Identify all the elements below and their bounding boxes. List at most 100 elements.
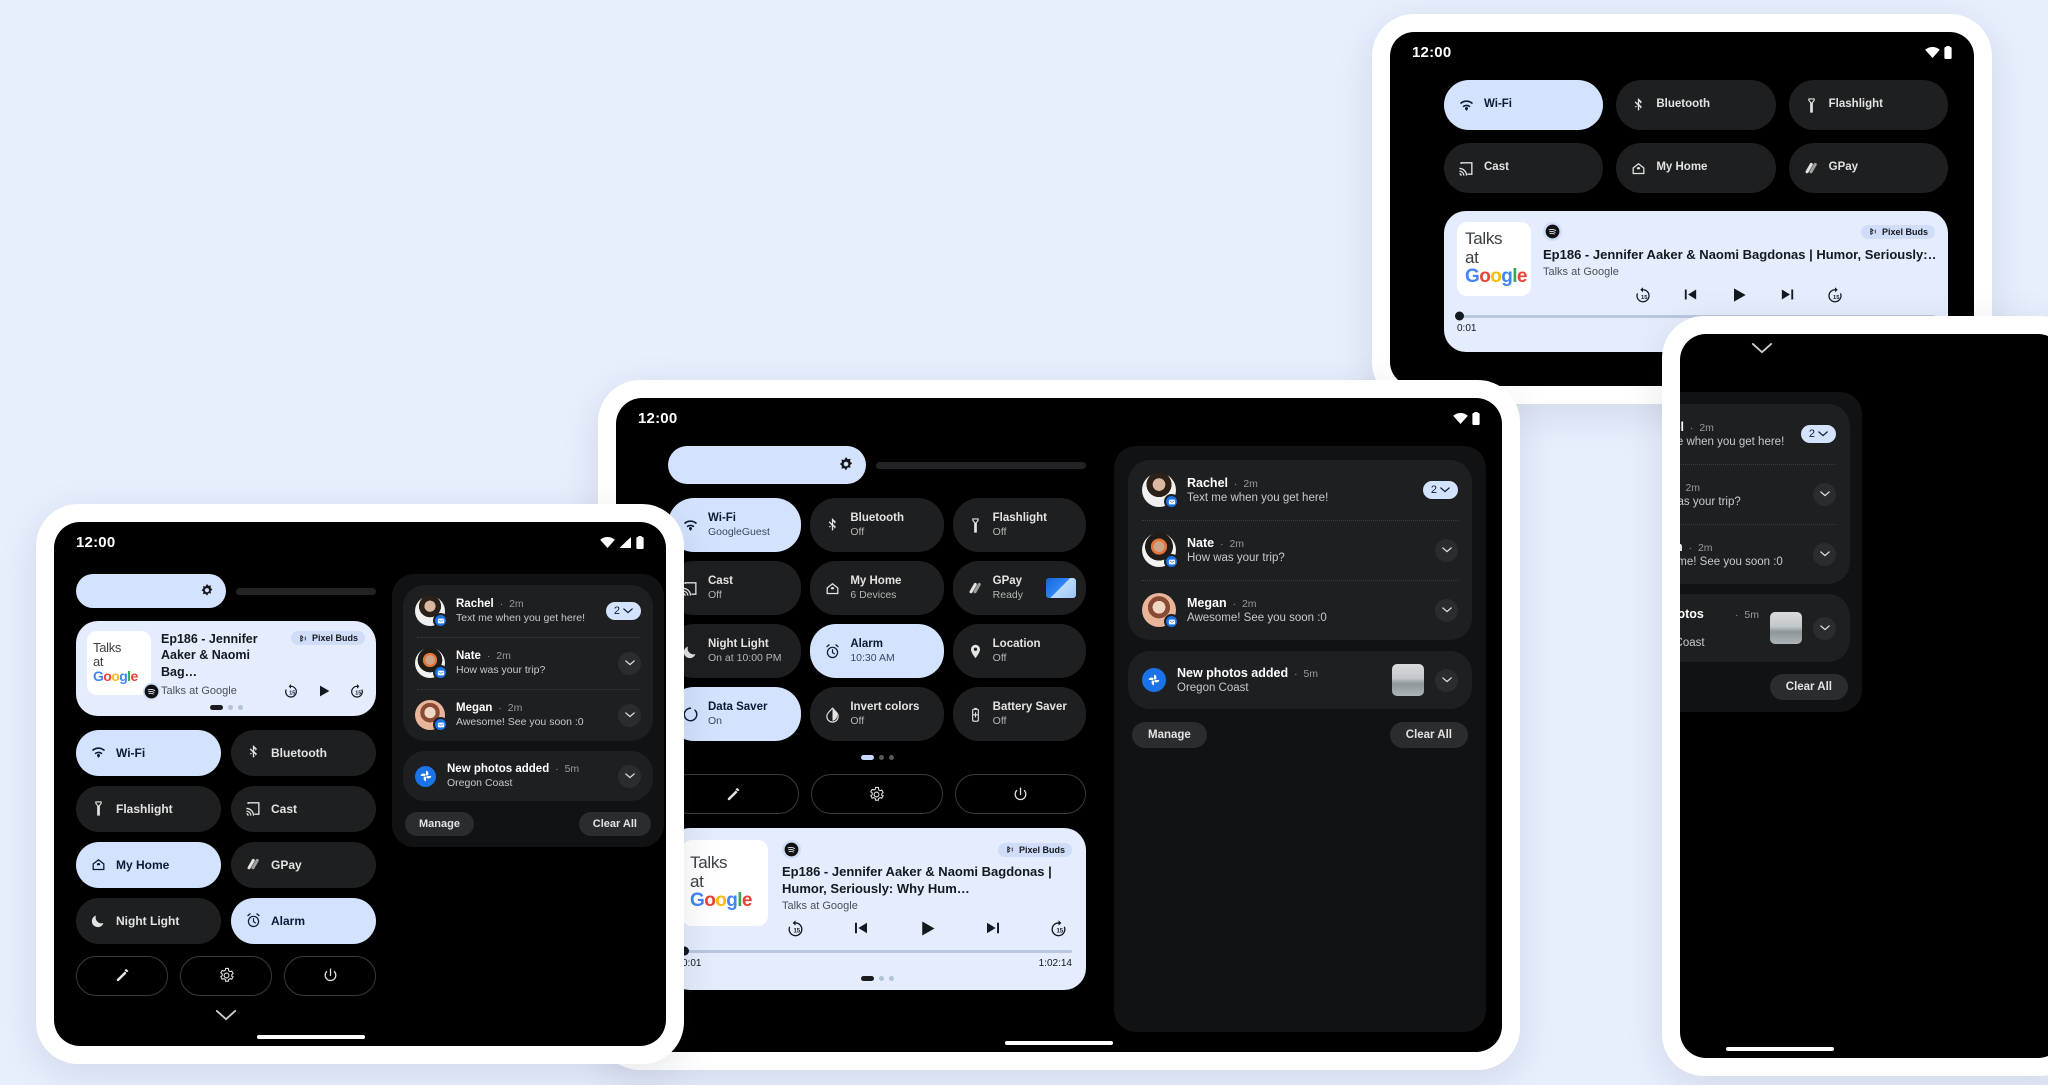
manage-button[interactable]: Manage: [405, 812, 474, 836]
expand-photos-button[interactable]: [618, 764, 641, 788]
play-button[interactable]: [1729, 285, 1749, 305]
media-seek-bar[interactable]: [680, 946, 1072, 956]
quick-settings-tile-bluetooth[interactable]: Bluetooth Off: [810, 498, 944, 552]
notification-row[interactable]: Nate·2mHow was your trip?: [403, 637, 653, 689]
avatar: [415, 648, 448, 680]
expand-notification-button[interactable]: [618, 651, 641, 675]
brightness-filled-track[interactable]: [668, 446, 866, 484]
quick-settings-tile-alarm[interactable]: Alarm 10:30 AM: [810, 624, 944, 678]
quick-settings-tile-flashlight[interactable]: Flashlight: [1788, 80, 1948, 130]
notification-count-chip[interactable]: 2: [1422, 481, 1458, 499]
photos-notification-tablet[interactable]: New photos added · 5m Oregon Coast: [1128, 651, 1472, 709]
clear-all-button-background[interactable]: Clear All: [1769, 674, 1848, 700]
wifi-icon: [1458, 97, 1475, 114]
output-device-chip[interactable]: Pixel Buds: [290, 631, 365, 645]
quick-settings-tile-cast[interactable]: Cast Off: [668, 561, 802, 615]
collapse-chevron-background[interactable]: [1680, 342, 2048, 355]
brightness-slider[interactable]: [76, 574, 376, 608]
replay-15-button[interactable]: 15: [786, 919, 805, 938]
replay-15-button[interactable]: 15: [283, 683, 299, 699]
forward-15-button[interactable]: 15: [349, 683, 365, 699]
edit-button[interactable]: [76, 955, 168, 996]
expand-photos-button[interactable]: [1435, 668, 1458, 692]
notification-row[interactable]: Rachel · 2m Text me when you get here! 2: [403, 585, 653, 637]
media-player-tablet[interactable]: Talks at Google Pixel Buds Ep186 - Jenni…: [668, 828, 1086, 990]
quick-settings-tile-cast[interactable]: Cast: [1444, 143, 1604, 193]
brightness-remaining-track[interactable]: [876, 461, 1086, 469]
quick-settings-tile-my-home[interactable]: My Home: [1616, 143, 1776, 193]
quick-settings-tile-wi-fi[interactable]: Wi-Fi: [1444, 80, 1604, 130]
quick-settings-tile-invert-colors[interactable]: Invert colors Off: [810, 687, 944, 741]
quick-settings-tile-my-home[interactable]: My Home: [76, 841, 221, 888]
quick-settings-tile-gpay[interactable]: GPay Ready: [952, 561, 1086, 615]
expand-notification-button[interactable]: [1813, 482, 1836, 506]
seek-knob[interactable]: [1455, 311, 1464, 321]
notification-body: Rachel · 2m Text me when you get here!: [1680, 420, 1790, 448]
notification-row[interactable]: Megan · 2m Awesome! See you soon :0: [403, 689, 653, 741]
power-button[interactable]: [284, 955, 376, 996]
clear-all-button[interactable]: Clear All: [1389, 722, 1468, 748]
quick-settings-tile-battery-saver[interactable]: Battery Saver Off: [952, 687, 1086, 741]
notification-header: Rachel · 2m: [1680, 420, 1790, 434]
notification-row[interactable]: Megan · 2m Awesome! See you soon :0: [1128, 580, 1472, 640]
forward-15-button[interactable]: 15: [1049, 919, 1068, 938]
output-device-chip[interactable]: Pixel Buds: [1860, 224, 1935, 239]
tile-label: My Home: [116, 857, 170, 872]
expand-notification-button[interactable]: [1813, 542, 1836, 566]
notification-row[interactable]: Nate·2mHow was your trip?: [1128, 520, 1472, 580]
notification-row[interactable]: Nate·2mHow was your trip?: [1680, 464, 1850, 524]
quick-settings-tile-wi-fi[interactable]: Wi-Fi GoogleGuest: [668, 498, 802, 552]
notification-row[interactable]: Megan · 2m Awesome! See you soon :0: [1680, 524, 1850, 584]
next-button[interactable]: [1779, 286, 1796, 303]
notification-count-chip[interactable]: 2: [1800, 425, 1836, 443]
power-button[interactable]: [954, 774, 1086, 814]
quick-settings-tile-data-saver[interactable]: Data Saver On: [668, 687, 802, 741]
forward-15-button[interactable]: 15: [1826, 286, 1844, 304]
quick-settings-tile-wi-fi[interactable]: Wi-Fi: [76, 729, 221, 776]
tile-text: My Home: [116, 858, 169, 872]
media-player-phone-left[interactable]: Talks at Google Ep186 - Jennifer Aaker &…: [76, 621, 376, 716]
manage-button[interactable]: Manage: [1132, 722, 1207, 748]
expand-notification-button[interactable]: [1435, 538, 1458, 562]
clear-all-button[interactable]: Clear All: [578, 812, 651, 836]
quick-settings-tile-cast[interactable]: Cast: [231, 785, 376, 832]
quick-settings-tile-my-home[interactable]: My Home 6 Devices: [810, 561, 944, 615]
gpay-icon: [1803, 160, 1820, 177]
quick-settings-tile-gpay[interactable]: GPay: [231, 841, 376, 888]
quick-settings-tile-flashlight[interactable]: Flashlight Off: [952, 498, 1086, 552]
brightness-slider[interactable]: [668, 446, 1086, 484]
previous-button[interactable]: [1682, 286, 1699, 303]
expand-photos-button-background[interactable]: [1813, 616, 1836, 640]
quick-settings-tile-location[interactable]: Location Off: [952, 624, 1086, 678]
play-button[interactable]: [316, 683, 332, 699]
quick-settings-tile-gpay[interactable]: GPay: [1788, 143, 1948, 193]
notification-count-chip[interactable]: 2: [605, 602, 641, 620]
quick-settings-tile-flashlight[interactable]: Flashlight: [76, 785, 221, 832]
next-button[interactable]: [984, 919, 1002, 937]
brightness-filled-track[interactable]: [76, 574, 226, 608]
expand-notification-button[interactable]: [1435, 598, 1458, 622]
notification-row[interactable]: Rachel · 2m Text me when you get here! 2: [1128, 460, 1472, 520]
quick-settings-tile-alarm[interactable]: Alarm: [231, 897, 376, 944]
quick-settings-tile-bluetooth[interactable]: Bluetooth: [1616, 80, 1776, 130]
output-device-chip[interactable]: Pixel Buds: [997, 842, 1072, 857]
collapse-chevron[interactable]: [76, 1009, 376, 1022]
brightness-remaining-track[interactable]: [236, 587, 376, 595]
quick-settings-page-dots[interactable]: [668, 755, 1086, 760]
tile-sublabel: GoogleGuest: [708, 525, 770, 538]
photos-notification-phone-left[interactable]: New photos added · 5m Oregon Coast: [403, 751, 653, 801]
media-page-dots[interactable]: [682, 975, 1072, 981]
previous-button[interactable]: [852, 919, 870, 937]
quick-settings-tile-night-light[interactable]: Night Light On at 10:00 PM: [668, 624, 802, 678]
expand-notification-button[interactable]: [618, 703, 641, 727]
play-button[interactable]: [917, 918, 938, 939]
notification-row[interactable]: Rachel · 2m Text me when you get here! 2: [1680, 404, 1850, 464]
settings-button[interactable]: [180, 955, 272, 996]
photos-notification-background[interactable]: New photos added · 5m Oregon Coast: [1680, 594, 1850, 662]
edit-button[interactable]: [668, 774, 800, 814]
media-page-dots[interactable]: [87, 704, 365, 710]
quick-settings-tile-bluetooth[interactable]: Bluetooth: [231, 729, 376, 776]
quick-settings-tile-night-light[interactable]: Night Light: [76, 897, 221, 944]
settings-button[interactable]: [811, 774, 943, 814]
replay-15-button[interactable]: 15: [1634, 286, 1652, 304]
